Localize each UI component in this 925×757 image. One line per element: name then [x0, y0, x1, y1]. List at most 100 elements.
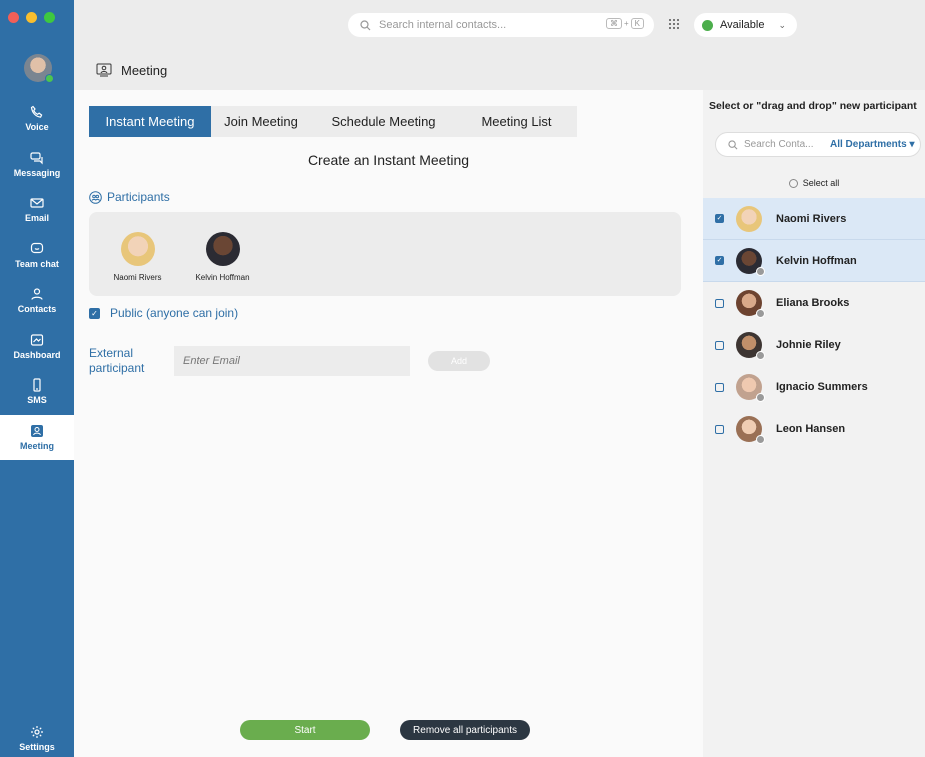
public-label: Public (anyone can join) [110, 306, 239, 320]
avatar [205, 232, 240, 266]
presence-dot [756, 351, 765, 360]
shortcut-key: ⌘ [605, 18, 622, 29]
checkbox-checked-icon[interactable]: ✓ [89, 307, 100, 319]
keyboard-shortcut-hint: ⌘ + K [605, 18, 644, 29]
remove-all-participants-button[interactable]: Remove all participants [400, 720, 530, 740]
contact-search-input[interactable]: Search Conta... All Departments ▾ [715, 132, 921, 157]
add-external-button[interactable]: Add [428, 351, 490, 371]
shortcut-plus: + [623, 19, 629, 28]
presence-status-dropdown[interactable]: Available ⌄ [694, 13, 797, 37]
checkbox-icon[interactable] [715, 382, 724, 392]
online-status-dot [45, 74, 54, 83]
contact-name: Leon Hansen [776, 423, 846, 435]
contact-list: ✓ Naomi Rivers ✓ Kelvin Hoffman Eliana B… [703, 198, 925, 450]
zoom-window-button[interactable] [44, 12, 55, 23]
sidebar-item-voice[interactable]: Voice [0, 96, 74, 142]
department-label: All Departments [830, 139, 907, 150]
page-title: Meeting [121, 62, 168, 78]
sidebar-item-label: Dashboard [13, 349, 61, 360]
radio-icon[interactable] [788, 178, 798, 188]
tab-instant-meeting[interactable]: Instant Meeting [89, 106, 211, 137]
contact-name: Naomi Rivers [776, 212, 847, 225]
team-chat-icon [30, 242, 44, 253]
contact-row[interactable]: Ignacio Summers [703, 366, 925, 408]
contact-name: Kelvin Hoffman [776, 254, 857, 267]
start-meeting-button[interactable]: Start [240, 720, 370, 740]
tab-schedule-meeting[interactable]: Schedule Meeting [311, 106, 456, 137]
status-dot [702, 19, 713, 31]
sidebar-item-email[interactable]: Email [0, 187, 74, 233]
status-label: Available [720, 19, 765, 31]
sidebar-item-sms[interactable]: SMS [0, 369, 74, 415]
sidebar-item-label: Contacts [17, 304, 57, 315]
external-email-input[interactable] [174, 346, 410, 376]
avatar [736, 332, 765, 360]
contact-picker-title: Select or "drag and drop" new participan… [709, 100, 917, 112]
checkbox-checked-icon[interactable]: ✓ [715, 256, 724, 265]
minimize-window-button[interactable] [26, 12, 37, 23]
chevron-down-icon: ▾ [909, 139, 915, 150]
contact-row[interactable]: Leon Hansen [703, 408, 925, 450]
contact-name: Ignacio Summers [776, 381, 868, 393]
meeting-icon [31, 424, 43, 437]
presence-dot [756, 266, 765, 276]
close-window-button[interactable] [8, 12, 19, 23]
checkbox-icon[interactable] [715, 298, 724, 308]
contact-row[interactable]: Eliana Brooks [703, 282, 925, 324]
participant-name: Naomi Rivers [113, 273, 162, 282]
sidebar-item-messaging[interactable]: Messaging [0, 142, 74, 188]
meeting-icon [96, 63, 112, 77]
department-filter-dropdown[interactable]: All Departments ▾ [830, 139, 915, 150]
sidebar-item-contacts[interactable]: Contacts [0, 278, 74, 324]
contact-name: Johnie Riley [776, 339, 841, 351]
sidebar-item-team-chat[interactable]: Team chat [0, 233, 74, 279]
meeting-tabs: Instant Meeting Join Meeting Schedule Me… [89, 106, 577, 137]
presence-dot [756, 393, 765, 402]
envelope-icon [30, 198, 44, 208]
meeting-main-panel: Instant Meeting Join Meeting Schedule Me… [74, 90, 703, 757]
internal-contacts-search-input[interactable]: Search internal contacts... ⌘ + K [348, 13, 654, 37]
settings-label: Settings [19, 742, 55, 752]
contact-row[interactable]: ✓ Naomi Rivers [703, 198, 925, 240]
sidebar-item-label: Messaging [13, 167, 61, 178]
public-meeting-toggle[interactable]: ✓ Public (anyone can join) [89, 306, 238, 320]
contact-row[interactable]: ✓ Kelvin Hoffman [703, 240, 925, 282]
user-avatar[interactable] [24, 54, 54, 83]
select-all-option[interactable]: Select all [703, 178, 925, 188]
sidebar-item-meeting[interactable]: Meeting [0, 414, 74, 460]
sidebar-item-dashboard[interactable]: Dashboard [0, 324, 74, 370]
participants-icon [89, 190, 102, 204]
section-title: Create an Instant Meeting [307, 152, 470, 168]
avatar [736, 247, 765, 276]
sidebar-item-label: Voice [25, 122, 49, 133]
select-all-label: Select all [802, 178, 840, 188]
search-icon [360, 19, 371, 30]
search-placeholder: Search internal contacts... [379, 19, 507, 31]
avatar [736, 416, 765, 444]
sidebar-item-label: Email [24, 213, 49, 224]
dashboard-icon [30, 334, 44, 346]
tab-join-meeting[interactable]: Join Meeting [211, 106, 311, 137]
dialpad-icon[interactable] [667, 17, 681, 31]
chevron-down-icon: ⌄ [778, 19, 786, 30]
sidebar-item-settings[interactable]: Settings [0, 725, 74, 757]
presence-dot [756, 435, 765, 444]
checkbox-checked-icon[interactable]: ✓ [715, 214, 724, 223]
sidebar-item-label: SMS [27, 395, 47, 406]
top-bar: Search internal contacts... ⌘ + K Availa… [74, 0, 925, 50]
avatar [736, 290, 765, 318]
search-icon [728, 139, 738, 149]
contacts-icon [31, 288, 43, 300]
checkbox-icon[interactable] [715, 424, 724, 434]
tab-meeting-list[interactable]: Meeting List [456, 106, 577, 137]
presence-dot [756, 309, 765, 318]
participant-chip[interactable]: Kelvin Hoffman [185, 232, 260, 282]
checkbox-icon[interactable] [715, 340, 724, 350]
contact-row[interactable]: Johnie Riley [703, 324, 925, 366]
chat-bubbles-icon [30, 152, 43, 165]
participants-label: Participants [107, 190, 170, 204]
avatar [120, 232, 155, 266]
contact-picker-panel: Select or "drag and drop" new participan… [703, 90, 925, 757]
mobile-icon [33, 378, 41, 392]
participant-chip[interactable]: Naomi Rivers [100, 232, 175, 282]
